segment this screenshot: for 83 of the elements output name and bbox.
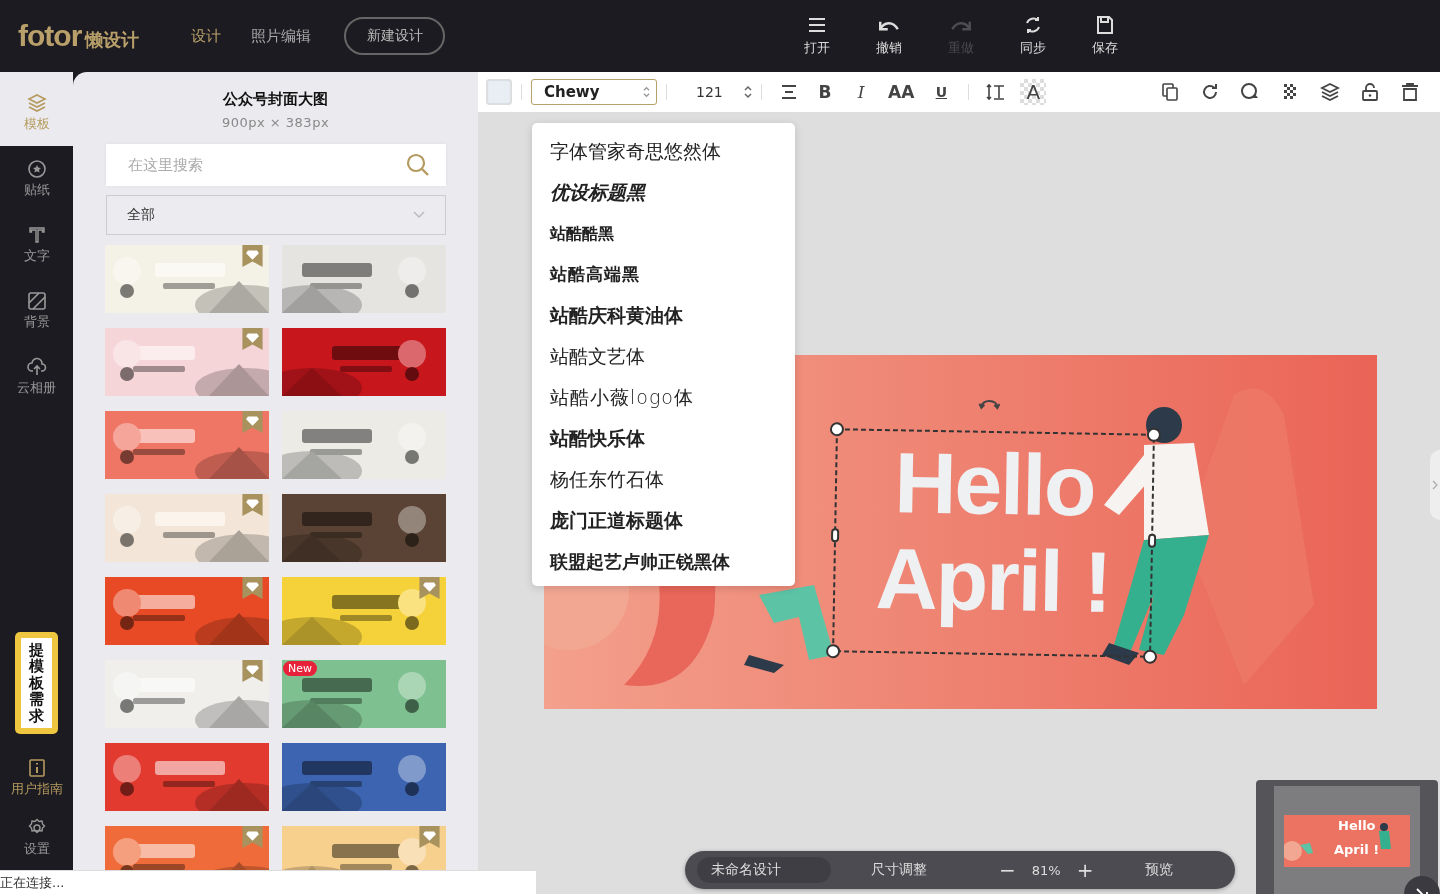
rail-tab[interactable]: 贴纸 — [0, 146, 73, 212]
rail-tab[interactable]: 文字 — [0, 212, 73, 278]
font-option[interactable]: 联盟起艺卢帅正锐黑体 — [532, 541, 795, 582]
undo-button[interactable]: 撤销 — [864, 15, 914, 57]
search-icon — [405, 153, 430, 177]
guide-link[interactable]: 用户指南 — [0, 748, 73, 808]
delete-icon[interactable] — [1400, 82, 1420, 102]
template-request-label: 提模板需求 — [21, 637, 52, 728]
logo[interactable]: fotor — [18, 19, 82, 53]
shape-icon[interactable] — [1240, 82, 1260, 102]
font-select[interactable]: Chewy — [531, 79, 657, 105]
nav-tab[interactable]: 设计 — [191, 26, 221, 46]
minimap-text: April ! — [1334, 842, 1380, 857]
unlocked-icon[interactable] — [1360, 82, 1380, 102]
diamond-bookmark-icon — [242, 245, 263, 267]
rail-tab[interactable]: 背景 — [0, 278, 73, 344]
diamond-bookmark-icon — [242, 577, 263, 599]
nav-tab[interactable]: 照片编辑 — [251, 26, 311, 46]
text-style-button[interactable]: AA — [888, 82, 915, 102]
font-option[interactable]: 站酷小薇logo体 — [532, 377, 795, 418]
settings-button[interactable]: 设置 — [0, 808, 73, 868]
layers-icon[interactable] — [1320, 82, 1340, 102]
sync-icon — [1023, 15, 1043, 35]
zoom-level: 81% — [1031, 862, 1061, 878]
font-option[interactable]: 字体管家奇思悠然体 — [532, 131, 795, 172]
resize-button[interactable]: 尺寸调整 — [871, 861, 927, 879]
canvas-size-text: 900px × 383px — [221, 115, 330, 130]
save-button[interactable]: 保存 — [1080, 15, 1130, 57]
chevron-right-icon — [1432, 480, 1438, 490]
open-button[interactable]: 打开 — [792, 15, 842, 57]
sync-button[interactable]: 同步 — [1008, 15, 1058, 57]
font-size-field[interactable]: 121 — [696, 84, 736, 100]
text-style-button[interactable]: B — [816, 82, 834, 102]
font-option[interactable]: 站酷高端黑 — [532, 254, 795, 295]
cloud-upload-icon — [26, 357, 47, 377]
design-name-field[interactable]: 未命名设计 — [697, 857, 831, 883]
line-spacing-icon[interactable] — [986, 82, 1007, 102]
preview-button[interactable]: 预览 — [1145, 861, 1174, 879]
layers-icon — [26, 93, 47, 113]
connection-status-toast: 正在连接... — [0, 870, 537, 894]
template-request-button[interactable]: 提模板需求 — [15, 631, 58, 734]
text-style-button[interactable]: I — [852, 82, 870, 102]
diamond-bookmark-icon — [242, 411, 263, 433]
diamond-bookmark-icon — [242, 328, 263, 350]
updown-icon[interactable] — [744, 85, 752, 99]
diamond-bookmark-icon — [419, 577, 440, 599]
zoom-in-button[interactable]: + — [1076, 858, 1094, 882]
save-icon — [1095, 15, 1115, 35]
new-badge: New — [283, 661, 317, 676]
category-dropdown[interactable]: 全部 — [105, 195, 446, 235]
text-effect-button[interactable]: A — [1020, 79, 1047, 105]
rotate-handle-icon[interactable] — [977, 397, 1002, 411]
diamond-bookmark-icon — [242, 494, 263, 516]
redo-icon — [951, 19, 971, 32]
minimap-text: Hello — [1338, 818, 1376, 833]
rail-tab[interactable]: 云相册 — [0, 344, 73, 410]
text-style-button[interactable]: U — [932, 84, 951, 100]
font-option[interactable]: 站酷文艺体 — [532, 336, 795, 377]
text-icon — [26, 225, 47, 245]
font-option[interactable]: 优设标题黑 — [532, 172, 795, 213]
diamond-bookmark-icon — [242, 660, 263, 682]
font-option[interactable]: 站酷酷黑 — [532, 213, 795, 254]
font-option[interactable]: 杨任东竹石体 — [532, 459, 795, 500]
font-option[interactable]: 庞门正道标题体 — [532, 500, 795, 541]
hatched-square-icon — [26, 291, 47, 311]
align-center-icon[interactable] — [779, 82, 799, 102]
undo-icon — [879, 19, 899, 32]
updown-icon — [643, 86, 650, 98]
text-color-swatch[interactable] — [486, 79, 512, 105]
menu-icon — [807, 15, 827, 35]
logo-subtitle: 懒设计 — [85, 28, 140, 52]
new-design-button[interactable]: 新建设计 — [344, 17, 445, 55]
diamond-bookmark-icon — [242, 826, 263, 848]
info-icon — [26, 758, 47, 778]
duplicate-icon[interactable] — [1160, 82, 1180, 102]
chevron-down-icon — [412, 211, 425, 219]
search-field[interactable]: 在这里搜索 — [105, 144, 446, 186]
font-option[interactable]: 站酷庆科黄油体 — [532, 295, 795, 336]
panel-title: 公众号封面大图 — [223, 90, 328, 109]
font-option[interactable]: 站酷快乐体 — [532, 418, 795, 459]
diamond-bookmark-icon — [419, 826, 440, 848]
zoom-out-button[interactable]: − — [999, 858, 1016, 882]
rotate-icon[interactable] — [1200, 82, 1220, 102]
